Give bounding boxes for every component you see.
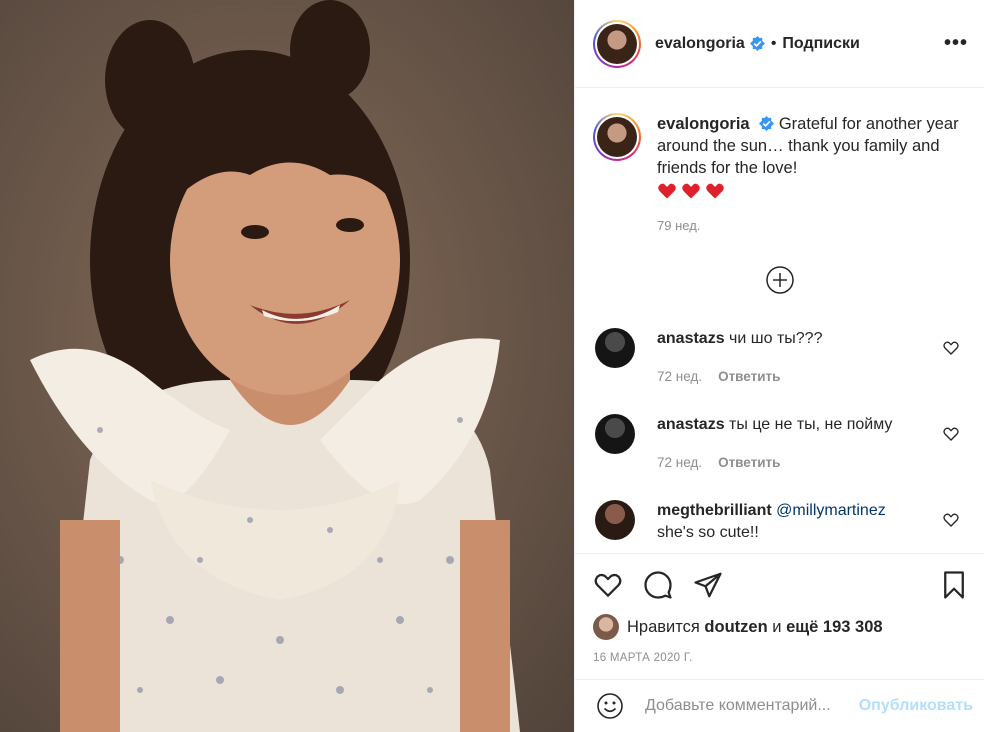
share-send-icon[interactable] [693,570,723,600]
author-username[interactable]: evalongoria [655,35,745,53]
photo-of-smiling-girl-icon [0,0,574,732]
comment-text: чи шо ты??? [729,330,823,347]
like-heart-icon[interactable] [593,570,623,600]
like-comment-heart-icon[interactable] [943,512,959,528]
commenter-avatar[interactable] [595,328,635,368]
reply-button[interactable]: Ответить [718,455,780,470]
caption-hearts [657,181,969,201]
post-date[interactable]: 16 МАРТА 2020 Г. [593,652,969,664]
comment-time: 72 нед. [657,455,703,470]
commenter-avatar[interactable] [595,500,635,540]
likes-summary[interactable]: Нравится doutzen и ещё 193 308 [593,614,969,640]
author-avatar[interactable] [593,19,641,68]
post-image[interactable] [0,0,574,732]
like-comment-heart-icon[interactable] [943,340,959,356]
comment-username[interactable]: anastazs [657,330,725,347]
post-header: evalongoria • Подписки ••• [575,0,984,88]
save-bookmark-icon[interactable] [939,570,969,600]
caption-time: 79 нед. [657,218,701,233]
comment-username[interactable]: megthebrilliant [657,502,772,519]
red-heart-icon [658,183,676,199]
comment-item: megthebrilliant @millymartinez she's so … [575,500,984,553]
comment-item: anastazs ты це не ты, не пойму 72 нед. От… [575,414,984,500]
following-button[interactable]: Подписки [782,35,859,53]
liker-username[interactable]: doutzen [704,618,767,637]
comment-item: anastazs чи шо ты??? 72 нед. Ответить [575,328,984,414]
comments-list[interactable]: evalongoria Grateful for another year ar… [575,89,984,553]
verified-badge-icon [759,116,775,131]
reply-button[interactable]: Ответить [718,369,780,384]
post-caption: evalongoria Grateful for another year ar… [575,89,984,237]
likes-count[interactable]: ещё 193 308 [786,618,883,637]
liker-avatar[interactable] [593,614,619,640]
post-panel: evalongoria • Подписки ••• evalongoria G… [574,0,984,732]
add-comment-bar: Опубликовать [575,679,984,732]
comment-text: ты це не ты, не пойму [729,416,893,433]
likes-prefix: Нравится [627,617,700,636]
comment-input[interactable] [645,697,855,715]
comment-mention[interactable]: @millymartinez [776,502,886,519]
comment-text: she's so cute!! [657,524,759,541]
likes-conj: и [772,617,782,636]
verified-badge-icon [749,36,765,51]
more-options-icon[interactable]: ••• [944,32,968,55]
like-comment-heart-icon[interactable] [943,426,959,442]
commenter-avatar[interactable] [595,414,635,454]
red-heart-icon [682,183,700,199]
red-heart-icon [706,183,724,199]
comment-username[interactable]: anastazs [657,416,725,433]
caption-avatar[interactable] [593,113,641,161]
load-more-comments-icon[interactable] [765,265,795,295]
post-actions: Нравится doutzen и ещё 193 308 16 МАРТА … [575,553,984,664]
publish-button[interactable]: Опубликовать [859,697,973,715]
comment-bubble-icon[interactable] [643,570,673,600]
comment-time: 72 нед. [657,369,703,384]
emoji-smiley-icon[interactable] [595,691,625,721]
header-separator: • [770,34,777,52]
caption-username[interactable]: evalongoria [657,115,750,133]
